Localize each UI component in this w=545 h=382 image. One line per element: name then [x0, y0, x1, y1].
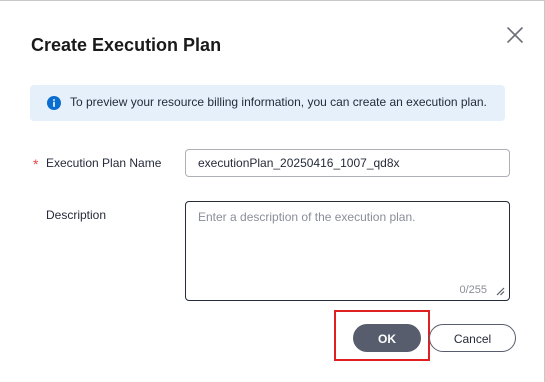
description-field: 0/255: [185, 201, 510, 301]
info-banner-text: To preview your resource billing informa…: [70, 95, 487, 109]
execution-plan-name-label: Execution Plan Name: [46, 156, 162, 170]
info-banner: To preview your resource billing informa…: [30, 85, 505, 121]
close-icon: [507, 27, 523, 43]
create-execution-plan-dialog: Create Execution Plan To preview your re…: [0, 0, 545, 382]
character-counter: 0/255: [459, 284, 487, 296]
cancel-button[interactable]: Cancel: [429, 324, 516, 352]
description-label: Description: [46, 208, 107, 222]
ok-button[interactable]: OK: [353, 324, 421, 352]
required-mark: *: [33, 156, 39, 172]
resize-handle-icon[interactable]: [495, 286, 505, 296]
close-button[interactable]: [505, 25, 525, 45]
execution-plan-name-input[interactable]: [185, 149, 510, 177]
dialog-title: Create Execution Plan: [31, 35, 222, 55]
info-icon: [47, 96, 61, 110]
